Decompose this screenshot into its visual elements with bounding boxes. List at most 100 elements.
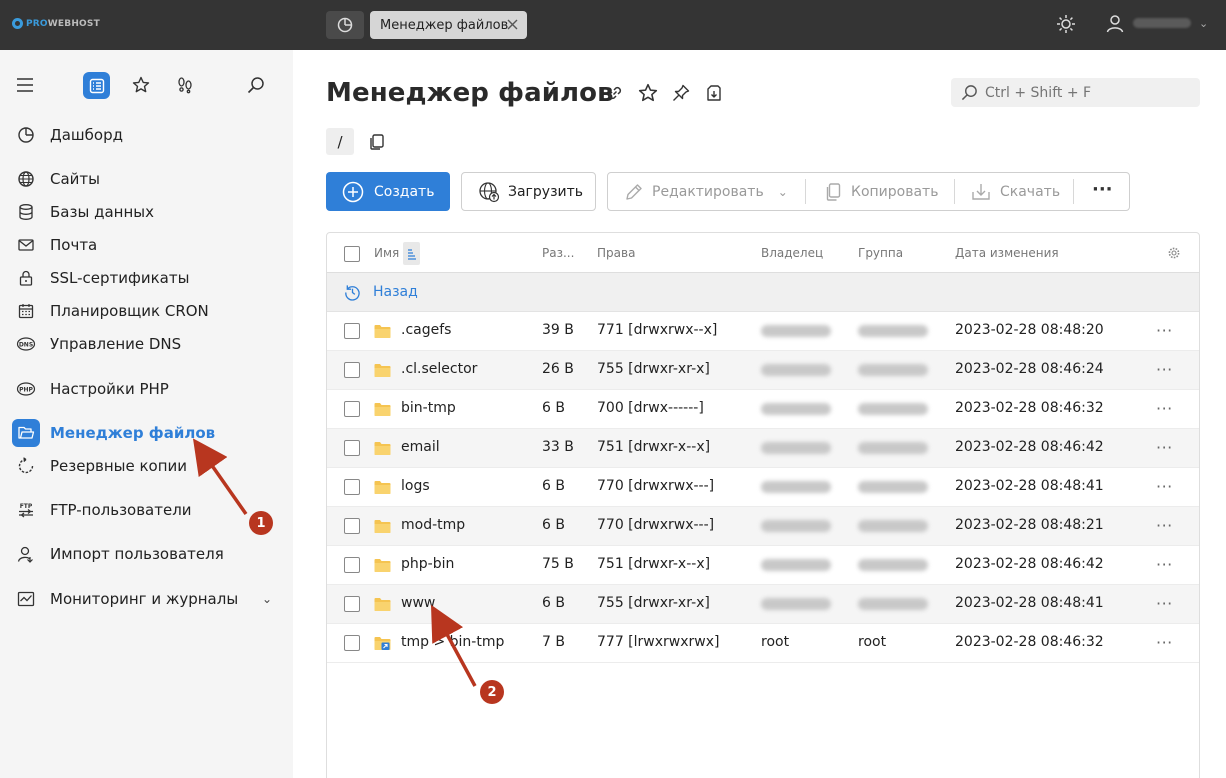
table-row[interactable]: logs 6 B 770 [drwxrwx---] 2023-02-28 08:…: [327, 468, 1199, 507]
file-name[interactable]: tmp > bin-tmp: [401, 634, 504, 650]
search-box[interactable]: [951, 78, 1200, 107]
star-icon[interactable]: [637, 82, 658, 103]
column-header-owner[interactable]: Владелец: [761, 246, 823, 260]
tips-button[interactable]: [170, 70, 200, 100]
table-row[interactable]: mod-tmp 6 B 770 [drwxrwx---] 2023-02-28 …: [327, 507, 1199, 546]
row-checkbox[interactable]: [344, 323, 360, 339]
row-actions-button[interactable]: ···: [1156, 438, 1173, 457]
copy-path-button[interactable]: [368, 132, 386, 154]
table-row[interactable]: php-bin 75 B 751 [drwxr-x--x] 2023-02-28…: [327, 546, 1199, 585]
file-name[interactable]: email: [401, 439, 440, 455]
theme-toggle-button[interactable]: [1056, 14, 1076, 38]
search-input[interactable]: [985, 84, 1185, 101]
file-name[interactable]: php-bin: [401, 556, 454, 572]
sidebar-item-sites[interactable]: Сайты: [12, 165, 282, 193]
sidebar-search-button[interactable]: [241, 70, 271, 100]
table-row[interactable]: tmp > bin-tmp 7 B 777 [lrwxrwxrwx] root …: [327, 624, 1199, 663]
sidebar-item-user-import[interactable]: Импорт пользователя: [12, 540, 282, 568]
file-name[interactable]: bin-tmp: [401, 400, 456, 416]
row-actions-button[interactable]: ···: [1156, 360, 1173, 379]
upload-button[interactable]: Загрузить: [461, 172, 596, 211]
sidebar-item-dns[interactable]: DNS Управление DNS: [12, 330, 282, 358]
folder-icon: [374, 559, 391, 572]
sidebar-item-mail[interactable]: Почта: [12, 231, 282, 259]
sidebar-item-backups[interactable]: Резервные копии: [12, 452, 282, 480]
row-actions-button[interactable]: ···: [1156, 477, 1173, 496]
column-header-size[interactable]: Раз...: [542, 246, 574, 260]
group-redacted: [858, 481, 928, 493]
column-header-permissions[interactable]: Права: [597, 246, 635, 260]
edit-button[interactable]: Редактировать ⌄: [624, 173, 788, 210]
logo-mark-icon: [12, 18, 23, 29]
table-row[interactable]: email 33 B 751 [drwxr-x--x] 2023-02-28 0…: [327, 429, 1199, 468]
row-actions-button[interactable]: ···: [1156, 594, 1173, 613]
sidebar-item-dashboard[interactable]: Дашборд: [12, 121, 282, 149]
lock-icon: [12, 264, 40, 292]
tab-file-manager[interactable]: Менеджер файлов: [370, 11, 527, 39]
row-checkbox[interactable]: [344, 557, 360, 573]
database-icon: [12, 198, 40, 226]
pin-icon[interactable]: [670, 82, 691, 103]
row-checkbox[interactable]: [344, 362, 360, 378]
create-button[interactable]: Создать: [326, 172, 450, 211]
file-name[interactable]: www: [401, 595, 435, 611]
row-actions-button[interactable]: ···: [1156, 555, 1173, 574]
file-modified: 2023-02-28 08:48:41: [955, 478, 1104, 494]
row-actions-button[interactable]: ···: [1156, 633, 1173, 652]
mail-icon: [12, 231, 40, 259]
sidebar-item-label: Настройки PHP: [50, 380, 169, 398]
column-header-name[interactable]: Имя: [374, 246, 399, 260]
sidebar-item-databases[interactable]: Базы данных: [12, 198, 282, 226]
menu-list-view-button[interactable]: [83, 72, 110, 99]
owner-redacted: [761, 559, 831, 571]
row-checkbox[interactable]: [344, 440, 360, 456]
row-actions-button[interactable]: ···: [1156, 399, 1173, 418]
column-header-modified[interactable]: Дата изменения: [955, 246, 1059, 260]
group-redacted: [858, 325, 928, 337]
sidebar-item-ssl[interactable]: SSL-сертификаты: [12, 264, 282, 292]
copy-button[interactable]: Копировать: [824, 173, 938, 210]
file-name[interactable]: .cagefs: [401, 322, 451, 338]
edit-button-label: Редактировать: [652, 183, 764, 200]
file-name[interactable]: .cl.selector: [401, 361, 477, 377]
breadcrumb-root[interactable]: /: [326, 128, 354, 155]
export-icon[interactable]: [703, 82, 724, 103]
chevron-down-icon[interactable]: ⌄: [262, 592, 272, 606]
table-row[interactable]: bin-tmp 6 B 700 [drwx------] 2023-02-28 …: [327, 390, 1199, 429]
sidebar-item-php[interactable]: PHP Настройки PHP: [12, 375, 282, 403]
row-checkbox[interactable]: [344, 596, 360, 612]
user-menu[interactable]: ⌄: [1105, 13, 1208, 33]
table-row[interactable]: .cagefs 39 B 771 [drwxrwx--x] 2023-02-28…: [327, 312, 1199, 351]
menu-toggle-button[interactable]: [10, 70, 40, 100]
sidebar-item-monitoring[interactable]: Мониторинг и журналы ⌄: [12, 585, 282, 613]
chevron-down-icon: ⌄: [1199, 16, 1209, 30]
sidebar-item-label: Импорт пользователя: [50, 545, 224, 563]
select-all-checkbox[interactable]: [344, 246, 360, 262]
sidebar-item-label: Планировщик CRON: [50, 302, 209, 320]
row-checkbox[interactable]: [344, 635, 360, 651]
row-actions-button[interactable]: ···: [1156, 321, 1173, 340]
dashboard-tab-button[interactable]: [326, 11, 364, 39]
row-checkbox[interactable]: [344, 479, 360, 495]
logo[interactable]: PROWEBHOST: [12, 18, 100, 29]
table-row[interactable]: www 6 B 755 [drwxr-xr-x] 2023-02-28 08:4…: [327, 585, 1199, 624]
sidebar-item-ftp[interactable]: FTP FTP-пользователи: [12, 496, 282, 524]
file-name[interactable]: mod-tmp: [401, 517, 465, 533]
close-icon[interactable]: [506, 18, 519, 31]
more-actions-button[interactable]: ···: [1092, 171, 1113, 208]
row-checkbox[interactable]: [344, 401, 360, 417]
sidebar-item-cron[interactable]: Планировщик CRON: [12, 297, 282, 325]
row-checkbox[interactable]: [344, 518, 360, 534]
file-name[interactable]: logs: [401, 478, 430, 494]
sort-ascending-icon[interactable]: [403, 242, 420, 265]
favorites-button[interactable]: [126, 70, 156, 100]
download-button[interactable]: Скачать: [970, 173, 1060, 210]
row-actions-button[interactable]: ···: [1156, 516, 1173, 535]
table-row[interactable]: .cl.selector 26 B 755 [drwxr-xr-x] 2023-…: [327, 351, 1199, 390]
column-header-group[interactable]: Группа: [858, 246, 903, 260]
link-icon[interactable]: [604, 82, 625, 103]
back-row[interactable]: Назад: [327, 273, 1199, 312]
gear-icon[interactable]: [1168, 247, 1180, 259]
sidebar-item-file-manager[interactable]: Менеджер файлов: [12, 419, 282, 447]
file-size: 7 B: [542, 634, 565, 650]
